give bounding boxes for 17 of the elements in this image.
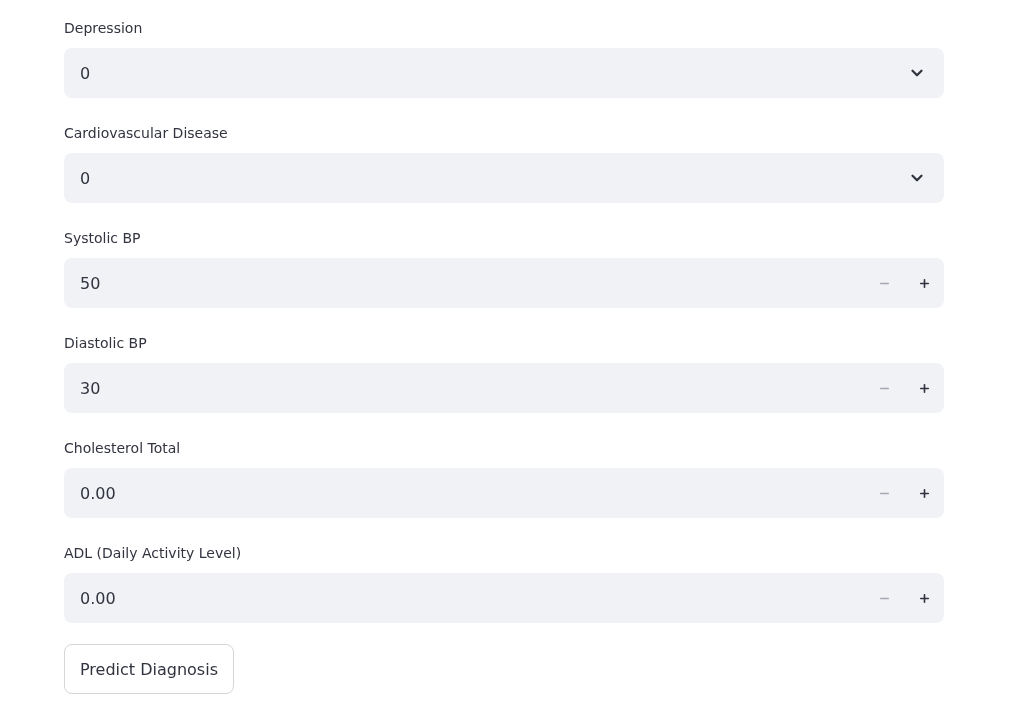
number-field[interactable]: 0.00 [64,573,944,623]
number-field[interactable]: 50 [64,258,944,308]
field-label: ADL (Daily Activity Level) [64,544,242,563]
field-label: Cholesterol Total [64,439,181,458]
select-field[interactable]: 0 [64,153,944,203]
plus-icon [917,486,931,500]
number-field[interactable]: 30 [64,363,944,413]
field-label: Systolic BP [64,229,141,248]
predict-button[interactable]: Predict Diagnosis [64,644,234,694]
field-label: Depression [64,19,143,38]
plus-icon [917,591,931,605]
select-field[interactable]: 0 [64,48,944,98]
field-label: Diastolic BP [64,334,147,353]
field-label: Cardiovascular Disease [64,124,228,143]
plus-icon [917,276,931,290]
number-field[interactable]: 0.00 [64,468,944,518]
plus-icon [917,381,931,395]
